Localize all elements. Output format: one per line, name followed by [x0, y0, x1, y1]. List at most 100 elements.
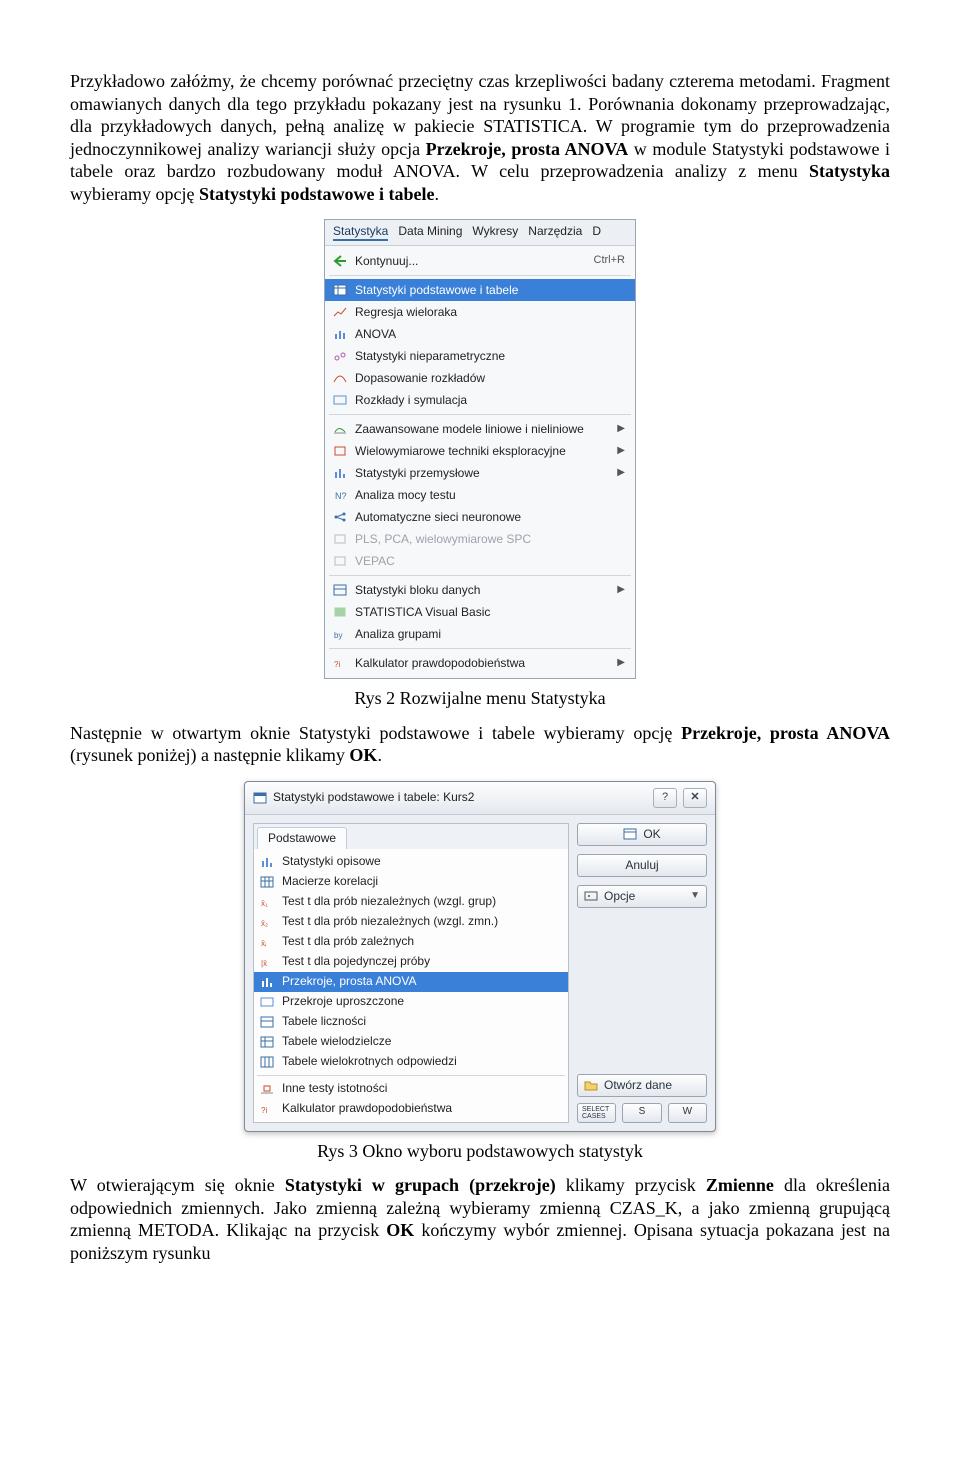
button-label: SELECT CASES	[582, 1106, 611, 1120]
svg-text:x̄₁: x̄₁	[261, 899, 268, 908]
text: klikamy przycisk	[556, 1175, 706, 1195]
list-item-inne-testy[interactable]: Inne testy istotności	[254, 1079, 568, 1099]
list-item-korelacji[interactable]: Macierze korelacji	[254, 872, 568, 892]
submenu-arrow-icon: ▶	[617, 423, 625, 436]
caption-fig3: Rys 3 Okno wyboru podstawowych statystyk	[70, 1140, 890, 1163]
submenu-arrow-icon: ▶	[617, 657, 625, 670]
svg-text:x̄₂: x̄₂	[261, 919, 268, 928]
menu-item-wielowymiarowe[interactable]: Wielowymiarowe techniki eksploracyjne ▶	[325, 440, 635, 462]
menu-item-dopasowanie[interactable]: Dopasowanie rozkładów	[325, 367, 635, 389]
text: wybieramy opcję	[70, 184, 199, 204]
multresp-icon	[258, 1054, 276, 1070]
menu-item-sv-basic[interactable]: STATISTICA Visual Basic	[325, 601, 635, 623]
list-item-ttest1[interactable]: x̄₁ Test t dla prób niezależnych (wzgl. g…	[254, 892, 568, 912]
w-button[interactable]: W	[668, 1103, 707, 1123]
power-icon: N?	[331, 487, 349, 503]
list-item-ttest4[interactable]: |x̄Test t dla pojedynczej próby	[254, 952, 568, 972]
submenu-arrow-icon: ▶	[617, 445, 625, 458]
menu-item-label: Analiza grupami	[355, 627, 441, 642]
close-button[interactable]: ✕	[683, 788, 707, 808]
menu-tab-data-mining[interactable]: Data Mining	[398, 224, 462, 241]
menu-item-analiza-grupami[interactable]: by Analiza grupami	[325, 623, 635, 645]
menu-tab-d[interactable]: D	[592, 224, 601, 241]
button-label: Anuluj	[625, 858, 658, 873]
list-item-label: Przekroje, prosta ANOVA	[282, 974, 417, 989]
list-item-label: Tabele wielokrotnych odpowiedzi	[282, 1054, 457, 1069]
list-item-wielokrotnych[interactable]: Tabele wielokrotnych odpowiedzi	[254, 1052, 568, 1072]
menu-separator	[329, 575, 631, 576]
menu-separator	[329, 414, 631, 415]
dialog-titlebar: Statystyki podstawowe i tabele: Kurs2 ? …	[245, 782, 715, 815]
menu-item-pls-pca: PLS, PCA, wielowymiarowe SPC	[325, 528, 635, 550]
menu-item-przemyslowe[interactable]: Statystyki przemysłowe ▶	[325, 462, 635, 484]
matrix-icon	[258, 874, 276, 890]
button-label: W	[683, 1106, 692, 1119]
list-item-label: Test t dla prób niezależnych (wzgl. grup…	[282, 894, 496, 909]
svg-text:?i: ?i	[261, 1106, 267, 1115]
menu-tab-narzedzia[interactable]: Narzędzia	[528, 224, 582, 241]
submenu-arrow-icon: ▶	[617, 584, 625, 597]
menu-item-label: Statystyki nieparametryczne	[355, 349, 505, 364]
list-item-ttest2[interactable]: x̄₂Test t dla prób niezależnych (wzgl. z…	[254, 912, 568, 932]
list-item-kalkulator[interactable]: ?iKalkulator prawdopodobieństwa	[254, 1099, 568, 1119]
menu-item-moc-testu[interactable]: N? Analiza mocy testu	[325, 484, 635, 506]
menu-item-regresja[interactable]: Regresja wieloraka	[325, 301, 635, 323]
menu-item-label: Regresja wieloraka	[355, 305, 457, 320]
menu-item-label: Statystyki przemysłowe	[355, 466, 480, 481]
help-button[interactable]: ?	[653, 788, 677, 808]
bold: Przekroje, prosta ANOVA	[426, 139, 629, 159]
block-icon	[331, 582, 349, 598]
menu-item-zaawansowane[interactable]: Zaawansowane modele liniowe i nieliniowe…	[325, 418, 635, 440]
options-icon	[584, 890, 598, 902]
list-item-ttest3[interactable]: x̄ᵢTest t dla prób zależnych	[254, 932, 568, 952]
paragraph-2: Następnie w otwartym oknie Statystyki po…	[70, 722, 890, 767]
simple-icon	[258, 994, 276, 1010]
svg-text:|x̄: |x̄	[261, 959, 267, 968]
freq-icon	[258, 1014, 276, 1030]
menu-item-label: Dopasowanie rozkładów	[355, 371, 485, 386]
list-item-wielodzielcze[interactable]: Tabele wielodzielcze	[254, 1032, 568, 1052]
menu-screenshot: Statystyka Data Mining Wykresy Narzędzia…	[324, 219, 636, 679]
industrial-icon	[331, 465, 349, 481]
menu-tab-wykresy[interactable]: Wykresy	[472, 224, 518, 241]
menu-tab-statystyka[interactable]: Statystyka	[333, 224, 388, 241]
menu-item-blok-danych[interactable]: Statystyki bloku danych ▶	[325, 579, 635, 601]
text: W otwierającym się oknie	[70, 1175, 285, 1195]
list-item-licznosci[interactable]: Tabele liczności	[254, 1012, 568, 1032]
app-icon	[253, 792, 267, 804]
menu-item-label: ANOVA	[355, 327, 396, 342]
ttest-icon: |x̄	[258, 954, 276, 970]
menu-item-label: Wielowymiarowe techniki eksploracyjne	[355, 444, 566, 459]
menu-item-kalkulator[interactable]: ?i Kalkulator prawdopodobieństwa ▶	[325, 652, 635, 674]
bold: Statystyka	[809, 161, 890, 181]
menu-item-label: STATISTICA Visual Basic	[355, 605, 490, 620]
open-data-button[interactable]: Otwórz dane	[577, 1074, 707, 1097]
chart-line-icon	[331, 304, 349, 320]
tab-podstawowe[interactable]: Podstawowe	[257, 827, 347, 849]
pls-icon	[331, 531, 349, 547]
menu-item-continue[interactable]: Kontynuuj... Ctrl+R	[325, 250, 635, 272]
ttest-icon: x̄ᵢ	[258, 934, 276, 950]
dialog-screenshot: Statystyki podstawowe i tabele: Kurs2 ? …	[244, 781, 716, 1132]
bold: OK	[386, 1220, 414, 1240]
vepac-icon	[331, 553, 349, 569]
list-item-stat-opisowe[interactable]: Statystyki opisowe	[254, 852, 568, 872]
dialog-right-panel: OK Anuluj Opcje ▼ Otwórz dane SELECT CAS…	[577, 823, 707, 1123]
select-cases-button[interactable]: SELECT CASES	[577, 1103, 616, 1123]
menu-item-anova[interactable]: ANOVA	[325, 323, 635, 345]
menu-item-rozklady[interactable]: Rozkłady i symulacja	[325, 389, 635, 411]
ok-button[interactable]: OK	[577, 823, 707, 846]
list-item-label: Statystyki opisowe	[282, 854, 381, 869]
menu-item-stat-podstawowe[interactable]: Statystyki podstawowe i tabele	[325, 279, 635, 301]
menu-item-nieparam[interactable]: Statystyki nieparametryczne	[325, 345, 635, 367]
list-item-przekroje[interactable]: Przekroje, prosta ANOVA	[254, 972, 568, 992]
list-item-label: Przekroje uproszczone	[282, 994, 404, 1009]
menu-item-neuronowe[interactable]: Automatyczne sieci neuronowe	[325, 506, 635, 528]
menu-item-label: Rozkłady i symulacja	[355, 393, 467, 408]
ttest-icon: x̄₂	[258, 914, 276, 930]
cancel-button[interactable]: Anuluj	[577, 854, 707, 877]
s-button[interactable]: S	[622, 1103, 661, 1123]
list-item-przekroje-u[interactable]: Przekroje uproszczone	[254, 992, 568, 1012]
options-button[interactable]: Opcje ▼	[577, 885, 707, 908]
dialog-title: Statystyki podstawowe i tabele: Kurs2	[273, 790, 647, 805]
